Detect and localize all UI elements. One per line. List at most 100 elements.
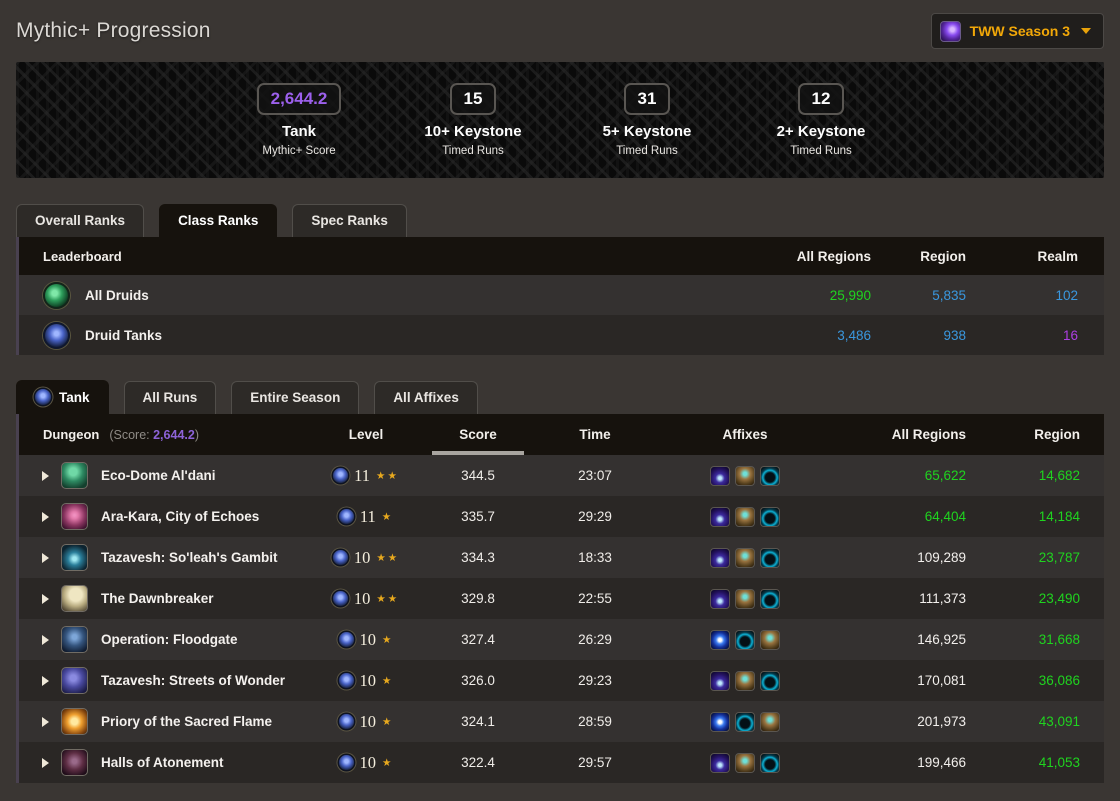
region-rank[interactable]: 31,668 <box>990 632 1104 647</box>
region-rank[interactable]: 23,490 <box>990 591 1104 606</box>
region-rank[interactable]: 14,682 <box>990 468 1104 483</box>
col-score-sorted[interactable]: Score <box>426 427 530 442</box>
tab-spec-ranks[interactable]: Spec Ranks <box>292 204 407 237</box>
region-rank[interactable]: 5,835 <box>897 288 992 303</box>
score-note: (Score: 2,644.2) <box>109 428 199 442</box>
affix-icon <box>710 753 730 773</box>
tab-all-runs[interactable]: All Runs <box>124 381 217 414</box>
dungeon-table-header: Dungeon (Score: 2,644.2) Level Score Tim… <box>19 414 1104 455</box>
region-rank[interactable]: 23,787 <box>990 550 1104 565</box>
table-row[interactable]: Eco-Dome Al'dani 11★★ 344.5 23:07 65,622… <box>19 455 1104 496</box>
dungeon-icon <box>61 749 88 776</box>
col-all-regions[interactable]: All Regions <box>830 427 990 442</box>
expand-icon[interactable] <box>19 758 49 768</box>
run-time: 18:33 <box>530 550 660 565</box>
affix-icon <box>735 671 755 691</box>
all-regions-rank[interactable]: 3,486 <box>747 328 897 343</box>
ranks-tabs: Overall Ranks Class Ranks Spec Ranks <box>16 204 1104 237</box>
dungeon-name[interactable]: Halls of Atonement <box>89 755 306 770</box>
affix-set <box>660 630 830 650</box>
keystone-level: 11★★ <box>306 466 426 486</box>
all-regions-rank[interactable]: 25,990 <box>747 288 897 303</box>
realm-rank[interactable]: 16 <box>992 328 1104 343</box>
affix-set <box>660 712 830 732</box>
all-regions-rank[interactable]: 199,466 <box>830 755 990 770</box>
col-affixes[interactable]: Affixes <box>660 427 830 442</box>
region-rank[interactable]: 36,086 <box>990 673 1104 688</box>
run-time: 26:29 <box>530 632 660 647</box>
table-row[interactable]: Priory of the Sacred Flame 10★ 324.1 28:… <box>19 701 1104 742</box>
tab-label: All Affixes <box>393 390 459 405</box>
tank-role-icon <box>333 468 348 483</box>
tab-entire-season[interactable]: Entire Season <box>231 381 359 414</box>
expand-icon[interactable] <box>19 553 49 563</box>
season-selector-button[interactable]: TWW Season 3 <box>931 13 1104 49</box>
stat-label: Tank <box>282 123 316 140</box>
expand-icon[interactable] <box>19 594 49 604</box>
table-row[interactable]: Tazavesh: So'leah's Gambit 10★★ 334.3 18… <box>19 537 1104 578</box>
dungeon-name[interactable]: Priory of the Sacred Flame <box>89 714 306 729</box>
tab-label: All Runs <box>143 390 198 405</box>
tank-role-icon <box>333 591 348 606</box>
table-row[interactable]: Tazavesh: Streets of Wonder 10★ 326.0 29… <box>19 660 1104 701</box>
dungeon-name[interactable]: Ara-Kara, City of Echoes <box>89 509 306 524</box>
all-regions-rank[interactable]: 146,925 <box>830 632 990 647</box>
tab-tank[interactable]: Tank <box>16 380 109 414</box>
table-row[interactable]: Operation: Floodgate 10★ 327.4 26:29 146… <box>19 619 1104 660</box>
table-row[interactable]: The Dawnbreaker 10★★ 329.8 22:55 111,373… <box>19 578 1104 619</box>
dungeon-name[interactable]: Tazavesh: So'leah's Gambit <box>89 550 306 565</box>
expand-icon[interactable] <box>19 512 49 522</box>
tab-all-affixes[interactable]: All Affixes <box>374 381 478 414</box>
dungeon-icon <box>61 462 88 489</box>
tab-class-ranks[interactable]: Class Ranks <box>159 204 277 237</box>
leaderboard-row-all-druids[interactable]: All Druids 25,990 5,835 102 <box>19 275 1104 315</box>
run-score: 324.1 <box>426 714 530 729</box>
region-rank[interactable]: 41,053 <box>990 755 1104 770</box>
tank-role-icon <box>339 509 354 524</box>
stats-banner: 2,644.2 Tank Mythic+ Score 15 10+ Keysto… <box>16 62 1104 178</box>
region-rank[interactable]: 43,091 <box>990 714 1104 729</box>
expand-icon[interactable] <box>19 635 49 645</box>
dungeon-table: Dungeon (Score: 2,644.2) Level Score Tim… <box>16 414 1104 783</box>
tank-role-icon <box>339 632 354 647</box>
tab-overall-ranks[interactable]: Overall Ranks <box>16 204 144 237</box>
dungeon-icon <box>61 708 88 735</box>
run-time: 22:55 <box>530 591 660 606</box>
all-regions-rank[interactable]: 201,973 <box>830 714 990 729</box>
col-level[interactable]: Level <box>306 427 426 442</box>
run-time: 28:59 <box>530 714 660 729</box>
affix-icon <box>710 630 730 650</box>
tank-role-icon <box>35 389 51 405</box>
run-score: 327.4 <box>426 632 530 647</box>
all-regions-rank[interactable]: 109,289 <box>830 550 990 565</box>
stat-value: 12 <box>798 83 845 115</box>
table-row[interactable]: Ara-Kara, City of Echoes 11★ 335.7 29:29… <box>19 496 1104 537</box>
dungeon-icon <box>61 544 88 571</box>
dungeon-name[interactable]: Operation: Floodgate <box>89 632 306 647</box>
table-row[interactable]: Halls of Atonement 10★ 322.4 29:57 199,4… <box>19 742 1104 783</box>
all-regions-rank[interactable]: 65,622 <box>830 468 990 483</box>
all-regions-rank[interactable]: 170,081 <box>830 673 990 688</box>
col-time[interactable]: Time <box>530 427 660 442</box>
expand-icon[interactable] <box>19 717 49 727</box>
leaderboard-row-druid-tanks[interactable]: Druid Tanks 3,486 938 16 <box>19 315 1104 355</box>
col-region[interactable]: Region <box>990 427 1104 442</box>
all-regions-rank[interactable]: 111,373 <box>830 591 990 606</box>
tank-role-icon <box>43 322 70 349</box>
dungeon-name[interactable]: Eco-Dome Al'dani <box>89 468 306 483</box>
region-rank[interactable]: 938 <box>897 328 992 343</box>
stat-10plus-runs: 15 10+ Keystone Timed Runs <box>413 83 533 157</box>
dungeon-name[interactable]: The Dawnbreaker <box>89 591 306 606</box>
stat-label: 10+ Keystone <box>424 123 521 140</box>
realm-rank[interactable]: 102 <box>992 288 1104 303</box>
affix-icon <box>760 507 780 527</box>
affix-icon <box>710 671 730 691</box>
region-rank[interactable]: 14,184 <box>990 509 1104 524</box>
season-icon <box>940 21 961 42</box>
expand-icon[interactable] <box>19 676 49 686</box>
dungeon-name[interactable]: Tazavesh: Streets of Wonder <box>89 673 306 688</box>
stat-value: 15 <box>450 83 497 115</box>
affix-set <box>660 589 830 609</box>
expand-icon[interactable] <box>19 471 49 481</box>
all-regions-rank[interactable]: 64,404 <box>830 509 990 524</box>
